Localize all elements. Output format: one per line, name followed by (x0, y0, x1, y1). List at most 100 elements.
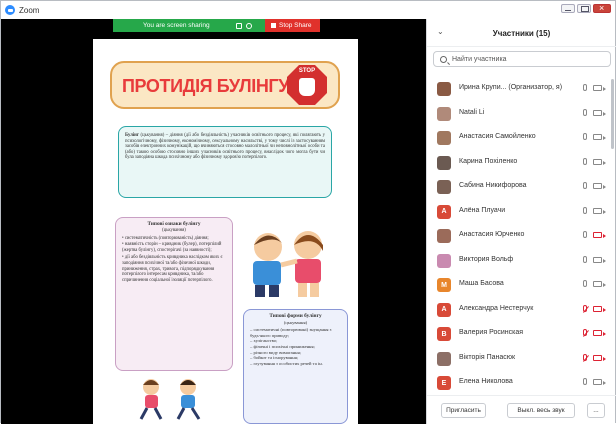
mic-icon[interactable] (583, 231, 587, 238)
sharing-indicator: You are screen sharing (113, 19, 265, 32)
search-placeholder: Найти участника (452, 55, 507, 63)
definition-box: Булінг (цькування) – діяння (дії або без… (118, 126, 332, 198)
avatar (437, 229, 451, 243)
share-status-bar: You are screen sharing Stop Share (113, 19, 320, 32)
forms-box: Типові форми булінгу (цькування) – систе… (243, 309, 348, 424)
avatar (437, 180, 451, 194)
participant-row[interactable]: Анастасия Юрченко (427, 223, 616, 247)
participant-row[interactable]: Сабина Никифорова (427, 174, 616, 198)
running-kids-illustration (139, 379, 201, 420)
minimize-button[interactable] (561, 4, 575, 13)
participant-name: Карина Похіленко (459, 157, 518, 165)
mic-muted-icon[interactable] (583, 329, 587, 336)
avatar (437, 155, 451, 170)
avatar: E (437, 376, 451, 390)
camera-off-icon[interactable] (593, 354, 606, 361)
participant-name: Ирина Крупи... (Организатор, я) (459, 84, 563, 91)
mic-muted-icon[interactable] (583, 304, 587, 312)
participants-title: Участники (15) (492, 29, 551, 38)
camera-off-icon[interactable] (593, 305, 606, 312)
camera-off-icon[interactable] (593, 232, 606, 238)
camera-off-icon[interactable] (593, 330, 606, 336)
signs-item: • систематичність (повторюваність) діянн… (122, 235, 209, 241)
participant-row[interactable]: A Алёна Плуачи (427, 199, 616, 223)
forms-item: – глузування з особистих речей та ін. (250, 360, 323, 366)
participant-name: Елена Николова (459, 378, 513, 385)
close-button[interactable] (593, 3, 611, 13)
participants-panel: ⌄ Участники (15) Найти участника Ирина К… (426, 19, 616, 424)
mic-icon[interactable] (583, 280, 587, 287)
mic-icon[interactable] (583, 378, 587, 385)
mic-icon[interactable] (583, 157, 587, 165)
definition-text: (цькування) – діяння (дії або бездіяльні… (125, 133, 326, 161)
participant-list-scrollbar[interactable] (611, 79, 614, 149)
participant-search-input[interactable]: Найти участника (433, 51, 611, 67)
avatar (437, 106, 451, 121)
avatar (437, 82, 451, 96)
participant-row[interactable]: M Маша Басова (427, 272, 616, 296)
participant-row[interactable]: A Александра Нестерчук (427, 297, 616, 321)
hand-icon (299, 78, 315, 96)
camera-icon[interactable] (593, 183, 606, 189)
mic-icon[interactable] (583, 255, 587, 263)
stop-share-button[interactable]: Stop Share (265, 19, 320, 32)
camera-icon[interactable] (593, 281, 606, 287)
mic-icon[interactable] (583, 206, 587, 214)
forms-item: – систематичні (повторювані) знущання з … (250, 327, 332, 338)
poster-title: ПРОТИДІЯ БУЛІНГУ (122, 76, 290, 96)
mic-icon[interactable] (583, 182, 587, 189)
avatar: A (437, 204, 451, 219)
camera-icon[interactable] (593, 134, 606, 140)
signs-item: • дії або бездіяльність кривдника наслід… (122, 254, 223, 284)
zoom-logo-icon (5, 5, 15, 15)
participant-name: Анастасия Юрченко (459, 231, 525, 238)
participant-row[interactable]: Анастасия Самойленко (427, 125, 616, 149)
mic-icon[interactable] (583, 108, 587, 116)
signs-box: Типові ознаки булінгу (цькування) • сист… (115, 217, 233, 371)
mic-icon[interactable] (583, 133, 587, 140)
participant-name: Валерия Росинская (459, 329, 524, 336)
definition-term: Булінг (125, 133, 139, 138)
camera-icon[interactable] (593, 109, 606, 116)
avatar: B (437, 327, 451, 341)
participant-row[interactable]: Карина Похіленко (427, 150, 616, 174)
avatar: M (437, 278, 451, 292)
shared-screen: You are screen sharing Stop Share ПРОТИД… (1, 19, 426, 429)
participants-footer: Пригласить Выкл. весь звук ... (427, 395, 616, 424)
maximize-button[interactable] (577, 4, 591, 13)
forms-subheading: (цькування) (283, 319, 308, 325)
signs-subheading: (цькування) (162, 227, 186, 233)
window-title: Zoom (19, 5, 40, 15)
participant-name: Виктория Вольф (459, 255, 514, 263)
mic-icon[interactable] (583, 84, 587, 91)
participant-row[interactable]: E Елена Николова (427, 370, 616, 394)
participant-row[interactable]: Natali Li (427, 101, 616, 125)
camera-icon[interactable] (593, 207, 606, 214)
participant-name: Маша Басова (459, 280, 504, 287)
participant-row[interactable]: Вікторія Панасюк (427, 346, 616, 370)
camera-icon[interactable] (593, 85, 606, 91)
share-options-icon[interactable] (245, 22, 252, 29)
more-options-button[interactable]: ... (587, 403, 605, 418)
mute-all-button[interactable]: Выкл. весь звук (507, 403, 575, 418)
participant-row[interactable]: Ирина Крупи... (Организатор, я) (427, 76, 616, 100)
fighting-kids-illustration (253, 231, 323, 297)
signs-item: • наявність сторін – кривдник (булер), п… (122, 242, 222, 254)
avatar (437, 351, 451, 366)
invite-button[interactable]: Пригласить (441, 403, 486, 418)
camera-icon[interactable] (593, 379, 606, 385)
participant-name: Natali Li (459, 108, 485, 116)
mic-muted-icon[interactable] (583, 353, 587, 361)
poster-title-box: ПРОТИДІЯ БУЛІНГУ STOP (110, 61, 340, 109)
participant-row[interactable]: B Валерия Росинская (427, 321, 616, 345)
participants-header: ⌄ Участники (15) (427, 19, 616, 47)
bullying-poster: ПРОТИДІЯ БУЛІНГУ STOP Булінг (цькування)… (93, 39, 358, 429)
zoom-window: Zoom You are screen sharing Stop Share П… (0, 0, 616, 429)
pause-share-icon[interactable] (235, 22, 242, 29)
stop-share-label: Stop Share (279, 22, 312, 29)
participant-name: Сабина Никифорова (459, 182, 527, 189)
camera-icon[interactable] (593, 158, 606, 165)
stop-icon (271, 23, 276, 28)
camera-icon[interactable] (593, 256, 606, 263)
participant-row[interactable]: Виктория Вольф (427, 248, 616, 272)
